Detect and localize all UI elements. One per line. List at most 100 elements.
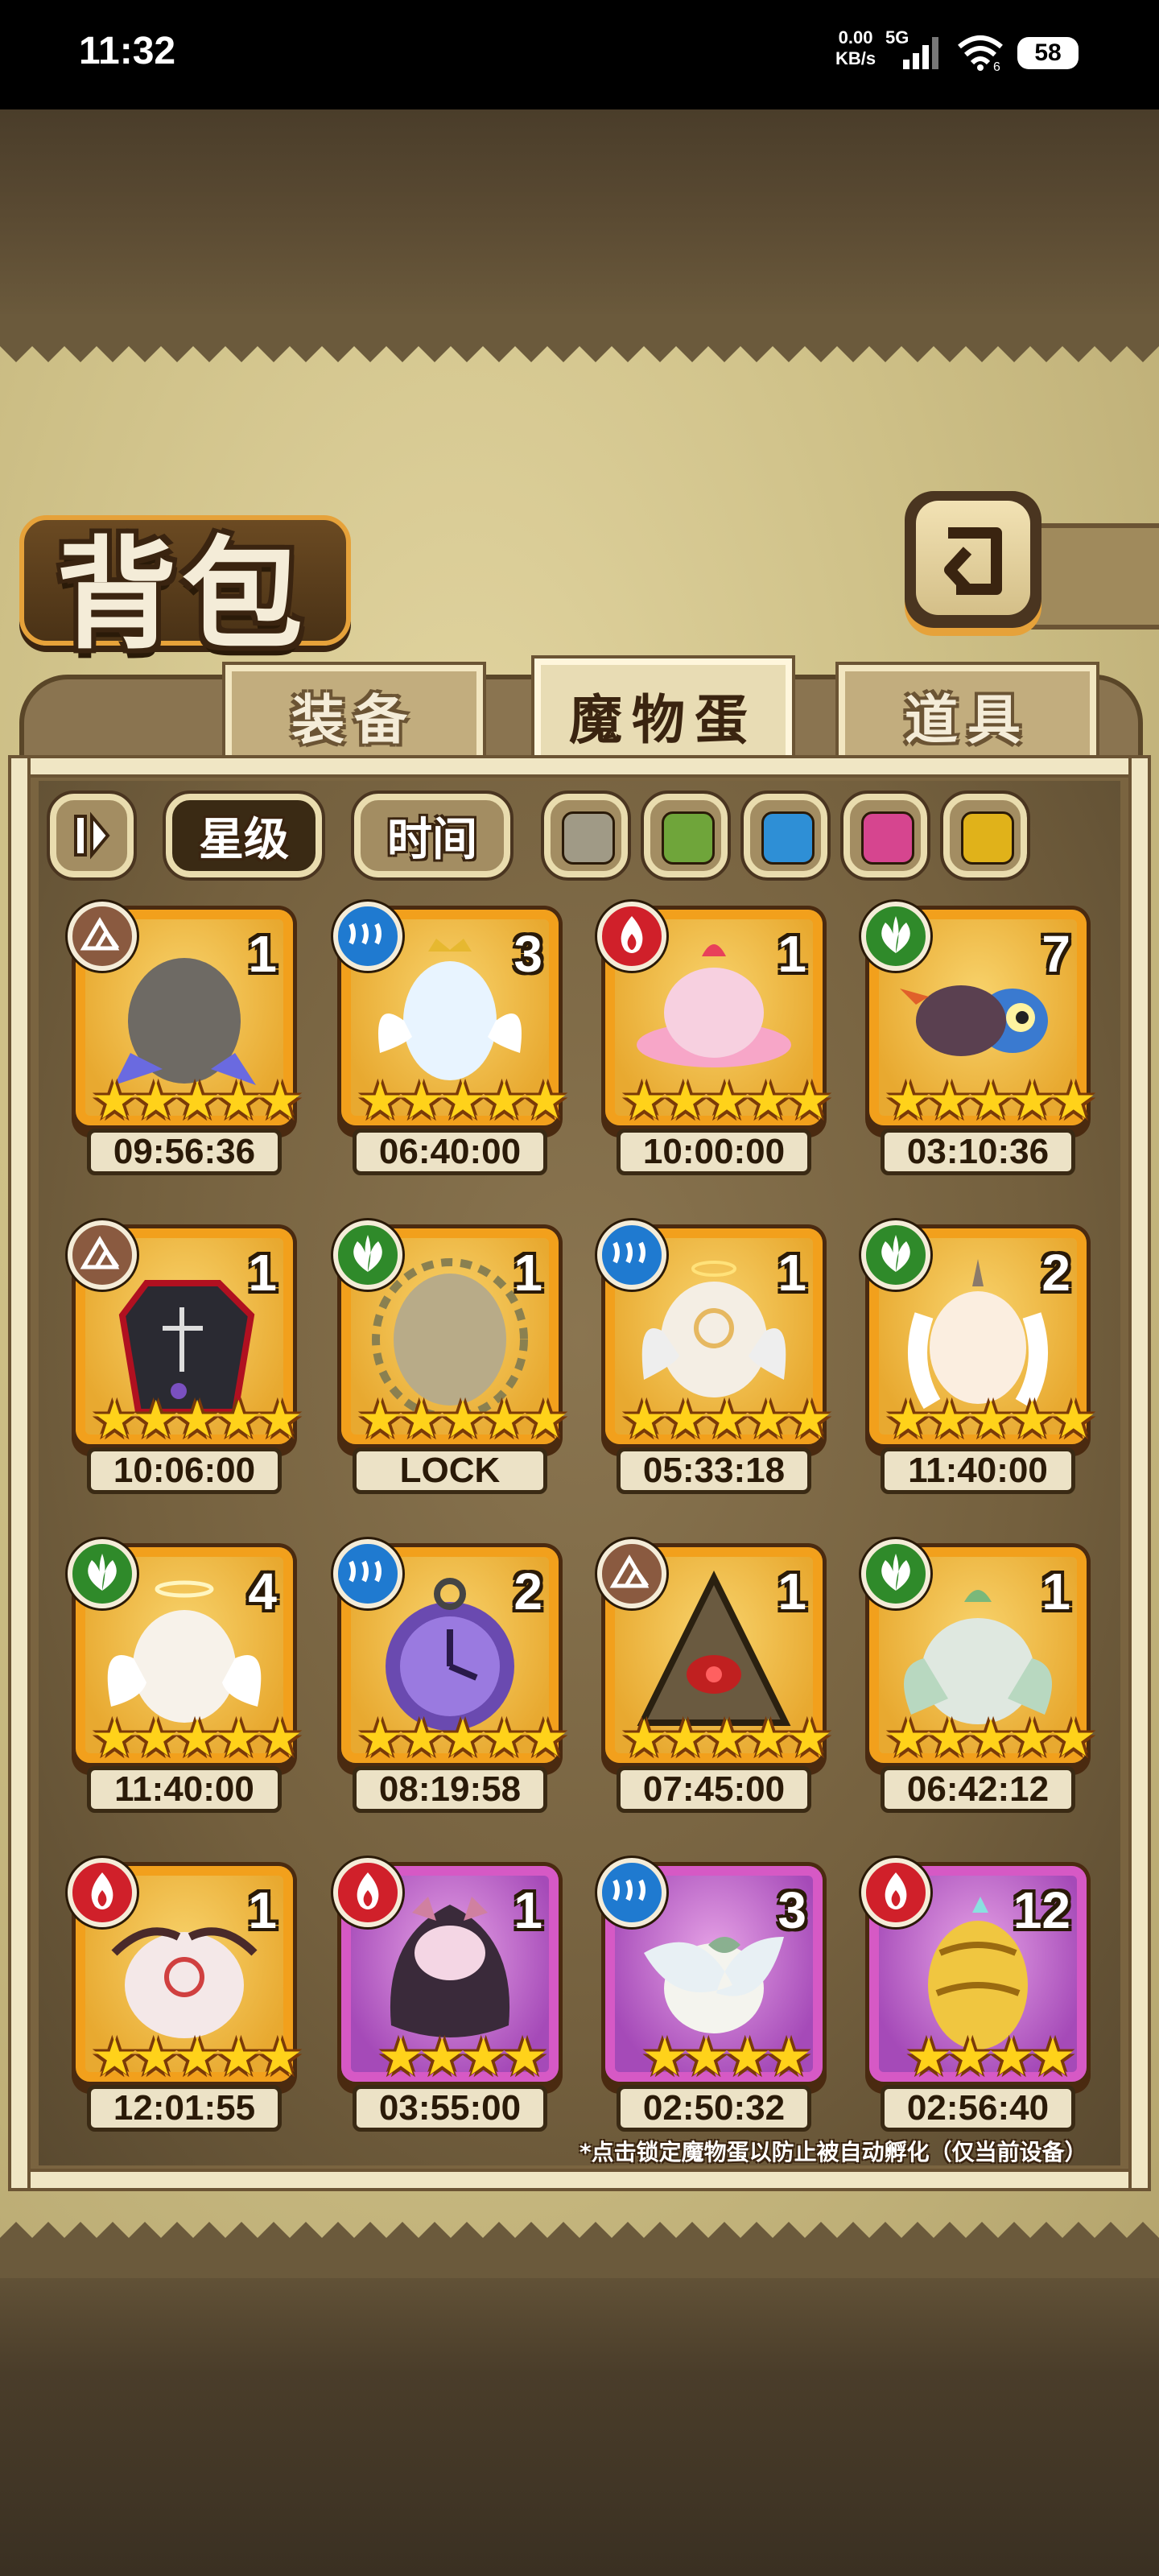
wifi-icon: 6: [958, 35, 1003, 72]
return-arrow-icon: [944, 527, 1002, 595]
element-glyph: [349, 923, 382, 945]
swatch: [761, 811, 815, 865]
egg-hatch-timer[interactable]: 11:40:00: [87, 1766, 282, 1813]
star-icon: ★: [419, 2028, 465, 2087]
star-icon: ★: [481, 1709, 528, 1769]
fire-element-icon: [68, 1858, 137, 1927]
egg-card[interactable]: 1 ★ ★ ★ ★ ★ 05:33:18: [597, 1220, 833, 1502]
sort-by-stars-button[interactable]: 星级: [163, 791, 325, 881]
egg-card[interactable]: 7 ★ ★ ★ ★ ★ 03:10:36: [861, 902, 1097, 1183]
egg-lock-label[interactable]: LOCK: [353, 1447, 547, 1494]
egg-card[interactable]: 3 ★ ★ ★ ★ ★ 06:40:00: [333, 902, 568, 1183]
rarity-filter-gold[interactable]: [940, 791, 1030, 881]
egg-hatch-timer[interactable]: 02:56:40: [881, 2085, 1075, 2132]
nature-element-icon: [861, 902, 930, 971]
sort-toggle-button[interactable]: [47, 791, 137, 881]
egg-hatch-timer[interactable]: 06:42:12: [881, 1766, 1075, 1813]
egg-hatch-timer[interactable]: 10:00:00: [617, 1129, 811, 1175]
earth-element-icon: [68, 902, 137, 971]
egg-hatch-timer[interactable]: 03:55:00: [353, 2085, 547, 2132]
panel-rail-top: [8, 755, 1151, 778]
earth-element-icon: [68, 1220, 137, 1290]
star-icon: ★: [91, 1709, 138, 1769]
torn-edge-bottom: [0, 2222, 1159, 2278]
star-icon: ★: [257, 1709, 303, 1769]
wifi-index: 6: [993, 60, 1000, 72]
egg-count: 1: [248, 925, 277, 983]
egg-count: 2: [514, 1563, 542, 1620]
egg-card[interactable]: 1 ★ ★ ★ ★ ★ 10:00:00: [597, 902, 832, 1183]
tab-items[interactable]: 道具: [835, 662, 1099, 770]
egg-card[interactable]: 1 ★ ★ ★ ★ ★ 09:56:36: [68, 902, 303, 1183]
panel-rail-left: [8, 755, 31, 2191]
egg-count: 3: [514, 925, 542, 983]
egg-count: 1: [777, 1563, 806, 1620]
star-icon: ★: [1050, 1709, 1097, 1769]
earth-element-icon: [597, 1539, 666, 1608]
star-icon: ★: [885, 1390, 931, 1450]
star-icon: ★: [765, 2028, 812, 2087]
egg-card[interactable]: 2 ★ ★ ★ ★ ★ 08:19:58: [333, 1539, 568, 1821]
egg-hatch-timer[interactable]: 08:19:58: [353, 1766, 547, 1813]
egg-card[interactable]: 2 ★ ★ ★ ★ ★ 11:40:00: [861, 1220, 1096, 1502]
egg-hatch-timer[interactable]: 09:56:36: [87, 1129, 282, 1175]
star-icon: ★: [1008, 1071, 1056, 1131]
star-icon: ★: [357, 1709, 403, 1769]
element-glyph: [609, 1554, 650, 1588]
star-icon: ★: [988, 2028, 1035, 2087]
egg-hatch-timer[interactable]: 06:40:00: [353, 1129, 547, 1175]
star-icon: ★: [744, 1390, 792, 1450]
egg-card[interactable]: 1 ★ ★ ★ ★ ★ 06:42:12: [861, 1539, 1097, 1821]
egg-card[interactable]: 4 ★ ★ ★ ★ ★ 11:40:00: [68, 1539, 303, 1821]
tab-equipment[interactable]: 装备: [222, 662, 486, 770]
star-rating: ★ ★ ★ ★ ★: [92, 1075, 303, 1127]
water-element-icon: [333, 1539, 402, 1608]
fire-element-icon: [333, 1858, 402, 1927]
star-icon: ★: [174, 1390, 221, 1450]
rarity-filter-blue[interactable]: [740, 791, 831, 881]
rarity-filter-gray[interactable]: [541, 791, 631, 881]
egg-hatch-timer[interactable]: 07:45:00: [617, 1766, 811, 1813]
star-icon: ★: [744, 1709, 792, 1769]
egg-count: 4: [248, 1563, 277, 1620]
egg-hatch-timer[interactable]: 11:40:00: [881, 1447, 1075, 1494]
water-element-icon: [597, 1220, 666, 1290]
star-icon: ★: [132, 1709, 179, 1769]
egg-count: 12: [1013, 1881, 1070, 1939]
star-icon: ★: [885, 1071, 931, 1131]
element-glyph: [80, 1236, 120, 1269]
back-button[interactable]: [905, 491, 1041, 628]
egg-hatch-timer[interactable]: 12:01:55: [87, 2085, 282, 2132]
egg-count: 1: [777, 925, 806, 983]
egg-card[interactable]: 1 ★ ★ ★ ★ ★ LOCK: [333, 1220, 568, 1502]
egg-card[interactable]: 1 ★ ★ ★ ★ ★ 12:01:55: [68, 1858, 303, 2140]
egg-hatch-timer[interactable]: 02:50:32: [617, 2085, 811, 2132]
star-icon: ★: [398, 1390, 445, 1450]
egg-hatch-timer[interactable]: 03:10:36: [881, 1129, 1075, 1175]
egg-hatch-timer[interactable]: 10:06:00: [87, 1447, 282, 1494]
star-icon: ★: [621, 1071, 667, 1131]
element-glyph: [881, 1554, 910, 1591]
star-icon: ★: [621, 1709, 667, 1769]
star-icon: ★: [215, 1709, 262, 1769]
back-button-face: [916, 501, 1030, 615]
star-rating: ★ ★ ★ ★ ★: [885, 1071, 1097, 1131]
egg-count: 3: [777, 1881, 806, 1939]
egg-card[interactable]: 3 ★ ★ ★ ★ 02:50:32: [597, 1858, 831, 2140]
torn-edge-top: [0, 314, 1159, 362]
rarity-filter-green[interactable]: [641, 791, 731, 881]
egg-card[interactable]: 1 ★ ★ ★ ★ 03:55:00: [333, 1858, 567, 2140]
egg-count: 1: [777, 1244, 806, 1302]
sort-by-time-button[interactable]: 时间: [351, 791, 514, 881]
star-icon: ★: [786, 1390, 833, 1450]
element-glyph: [885, 1872, 907, 1909]
star-rating: ★ ★ ★ ★: [362, 2028, 563, 2087]
element-glyph: [881, 916, 910, 953]
star-icon: ★: [91, 2028, 138, 2087]
rarity-filter-pink[interactable]: [840, 791, 930, 881]
egg-card[interactable]: 1 ★ ★ ★ ★ ★ 07:45:00: [597, 1539, 832, 1821]
egg-hatch-timer[interactable]: 05:33:18: [617, 1447, 811, 1494]
egg-card[interactable]: 1 ★ ★ ★ ★ ★ 10:06:00: [68, 1220, 303, 1502]
element-glyph: [621, 916, 643, 953]
egg-card[interactable]: 12 ★ ★ ★ ★ 02:56:40: [861, 1858, 1095, 2140]
